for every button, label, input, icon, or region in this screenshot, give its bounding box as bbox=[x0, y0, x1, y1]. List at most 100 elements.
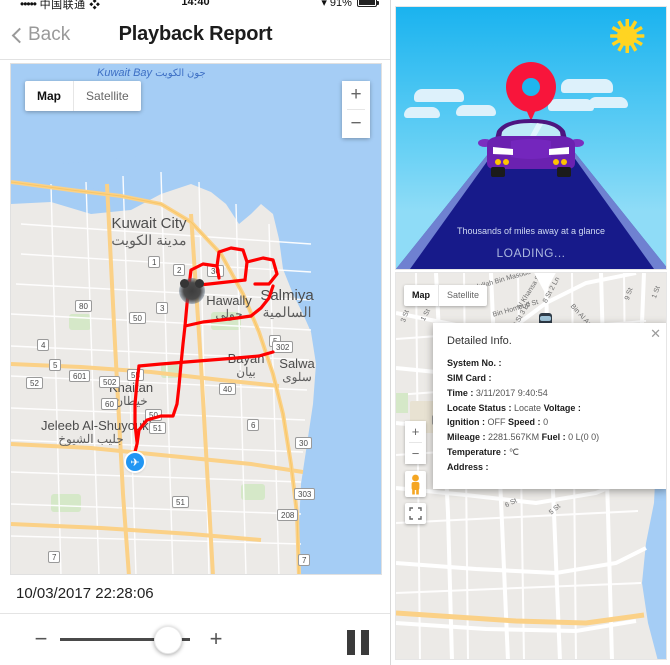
route-shield: 4 bbox=[37, 339, 50, 351]
cloud-icon bbox=[414, 89, 464, 102]
playback-controls: − + bbox=[0, 614, 390, 665]
route-shield: 60 bbox=[101, 398, 118, 410]
navigation-bar: Back Playback Report bbox=[0, 14, 390, 60]
zoom-in-button[interactable]: + bbox=[342, 81, 370, 109]
route-shield: 208 bbox=[277, 509, 299, 521]
splash-tagline: Thousands of miles away at a glance bbox=[456, 226, 606, 236]
battery-percent-label: 91% bbox=[329, 0, 352, 9]
map-type-control[interactable]: Map Satellite bbox=[25, 81, 141, 111]
place-label-en: Kuwait City bbox=[111, 215, 187, 232]
route-shield: 303 bbox=[294, 488, 316, 500]
map-pin-icon bbox=[506, 62, 556, 124]
splash-loading-label: LOADING... bbox=[496, 246, 566, 260]
cloud-icon bbox=[404, 107, 440, 118]
detail-zoom-in-button[interactable]: + bbox=[405, 421, 426, 442]
place-label-ar: سلوى bbox=[282, 370, 312, 385]
map-place-label: Kuwait City مدينة الكويت bbox=[99, 215, 199, 248]
info-row-label2: Speed : bbox=[508, 417, 541, 428]
detailed-info-row: Mileage : 2281.567KM Fuel : 0 L(0 0) bbox=[447, 430, 654, 445]
route-shield: 55 bbox=[127, 369, 144, 381]
cloud-icon bbox=[561, 79, 613, 93]
info-row-value: 3/11/2017 9:40:54 bbox=[475, 387, 548, 398]
detail-map-type-satellite[interactable]: Satellite bbox=[439, 285, 487, 306]
route-shield: 80 bbox=[75, 300, 92, 312]
info-row-label: Temperature : bbox=[447, 447, 507, 458]
airport-marker-icon[interactable]: ✈ bbox=[126, 453, 144, 471]
route-shield: 302 bbox=[272, 341, 294, 353]
status-bar-right: ▾ 91% bbox=[321, 0, 379, 9]
route-shield: 502 bbox=[99, 376, 121, 388]
info-row-value2: 0 L(0 0) bbox=[568, 432, 600, 443]
map-zoom-control[interactable]: + − bbox=[342, 81, 370, 138]
place-label-en: Jeleeb Al-Shuyoukh bbox=[41, 418, 156, 433]
info-row-label2: Voltage : bbox=[543, 402, 581, 413]
detailed-info-row: Address : bbox=[447, 460, 654, 475]
place-label-ar: مدينة الكويت bbox=[111, 231, 187, 248]
info-row-value: Locate bbox=[514, 402, 542, 413]
playback-timestamp: 10/03/2017 22:28:06 bbox=[16, 585, 154, 602]
detailed-info-title: Detailed Info. bbox=[447, 335, 512, 347]
detailed-info-rows: System No. : SIM Card : Time : 3/11/2017 9… bbox=[447, 356, 654, 475]
detailed-info-row: Ignition : OFF Speed : 0 bbox=[447, 415, 654, 430]
route-shield: 5 bbox=[49, 359, 62, 371]
speed-increase-button[interactable]: + bbox=[205, 628, 227, 650]
page-title: Playback Report bbox=[118, 23, 273, 45]
zoom-out-button[interactable]: − bbox=[342, 110, 370, 138]
info-row-label: Address : bbox=[447, 461, 489, 472]
place-label-ar: جليب الشيوخ bbox=[58, 432, 124, 447]
route-shield: 50 bbox=[145, 409, 162, 421]
detail-map-type-control[interactable]: Map Satellite bbox=[404, 285, 488, 306]
route-shield: 30 bbox=[207, 265, 224, 277]
detailed-info-row: System No. : bbox=[447, 356, 654, 371]
detailed-info-row: Temperature : ℃ bbox=[447, 445, 654, 460]
playback-map[interactable]: Kuwait Bay جون الكويت Kuwait City مدينة ا… bbox=[10, 63, 382, 575]
sun-icon bbox=[610, 19, 645, 53]
route-shield: 40 bbox=[219, 383, 236, 395]
info-row-label: Ignition : bbox=[447, 417, 485, 428]
pause-button[interactable] bbox=[347, 630, 369, 655]
playback-timestamp-bar: 10/03/2017 22:28:06 bbox=[0, 576, 390, 614]
place-label-en: Khaitan bbox=[108, 380, 154, 395]
loading-splash-screen: Thousands of miles away at a glance LOAD… bbox=[395, 6, 667, 270]
bay-label-ar: جون الكويت bbox=[155, 68, 206, 79]
route-shield: 7 bbox=[298, 554, 311, 566]
vehicle-cluster-marker[interactable] bbox=[179, 278, 205, 304]
route-shield: 1 bbox=[148, 256, 161, 268]
info-row-label2: Fuel : bbox=[541, 432, 566, 443]
map-place-label: Jeleeb Al-Shuyoukh جليب الشيوخ bbox=[41, 418, 156, 447]
info-row-value: 2281.567KM bbox=[488, 432, 540, 443]
route-shield: 7 bbox=[48, 551, 61, 563]
map-place-label: Salwa سلوى bbox=[247, 356, 347, 385]
pause-icon-bar2 bbox=[361, 630, 369, 655]
status-bar: ••••• 中国联通 ❖ 14:40 ▾ 91% bbox=[0, 0, 390, 14]
route-shield: 51 bbox=[172, 496, 189, 508]
route-shield: 6 bbox=[247, 419, 260, 431]
detailed-info-row: Locate Status : Locate Voltage : bbox=[447, 401, 654, 416]
route-shield: 51 bbox=[149, 422, 166, 434]
detail-zoom-out-button[interactable]: − bbox=[405, 443, 426, 464]
close-icon[interactable]: ✕ bbox=[650, 327, 661, 340]
detailed-info-row: SIM Card : bbox=[447, 371, 654, 386]
route-shield: 52 bbox=[26, 377, 43, 389]
map-type-map[interactable]: Map bbox=[25, 81, 73, 111]
cloud-icon bbox=[456, 105, 496, 116]
place-label-ar: خيطان bbox=[114, 394, 148, 409]
detail-map[interactable]: Abdullah Bin Masoud St Bin Homoud St 3 St 1… bbox=[395, 272, 667, 660]
detail-map-zoom-control[interactable]: + − bbox=[405, 421, 426, 464]
info-row-label: Time : bbox=[447, 387, 474, 398]
fullscreen-icon[interactable] bbox=[405, 503, 426, 524]
detail-map-type-map[interactable]: Map bbox=[404, 285, 438, 306]
detailed-info-popup: ✕ Detailed Info. System No. : SIM Card : T… bbox=[433, 323, 666, 489]
pegman-icon[interactable] bbox=[405, 471, 426, 497]
route-shield: 2 bbox=[173, 264, 186, 276]
map-type-satellite[interactable]: Satellite bbox=[74, 81, 141, 111]
info-popup-pointer bbox=[531, 273, 559, 293]
speed-decrease-button[interactable]: − bbox=[30, 628, 52, 650]
app-root: ••••• 中国联通 ❖ 14:40 ▾ 91% Back Playback R… bbox=[0, 0, 670, 665]
route-shield: 50 bbox=[129, 312, 146, 324]
bluetooth-icon: ▾ bbox=[321, 0, 327, 9]
speed-slider-thumb[interactable] bbox=[153, 626, 182, 654]
battery-icon bbox=[357, 0, 379, 7]
map-place-label: Khaitan خيطان bbox=[81, 380, 181, 409]
info-row-value2: 0 bbox=[543, 417, 549, 428]
